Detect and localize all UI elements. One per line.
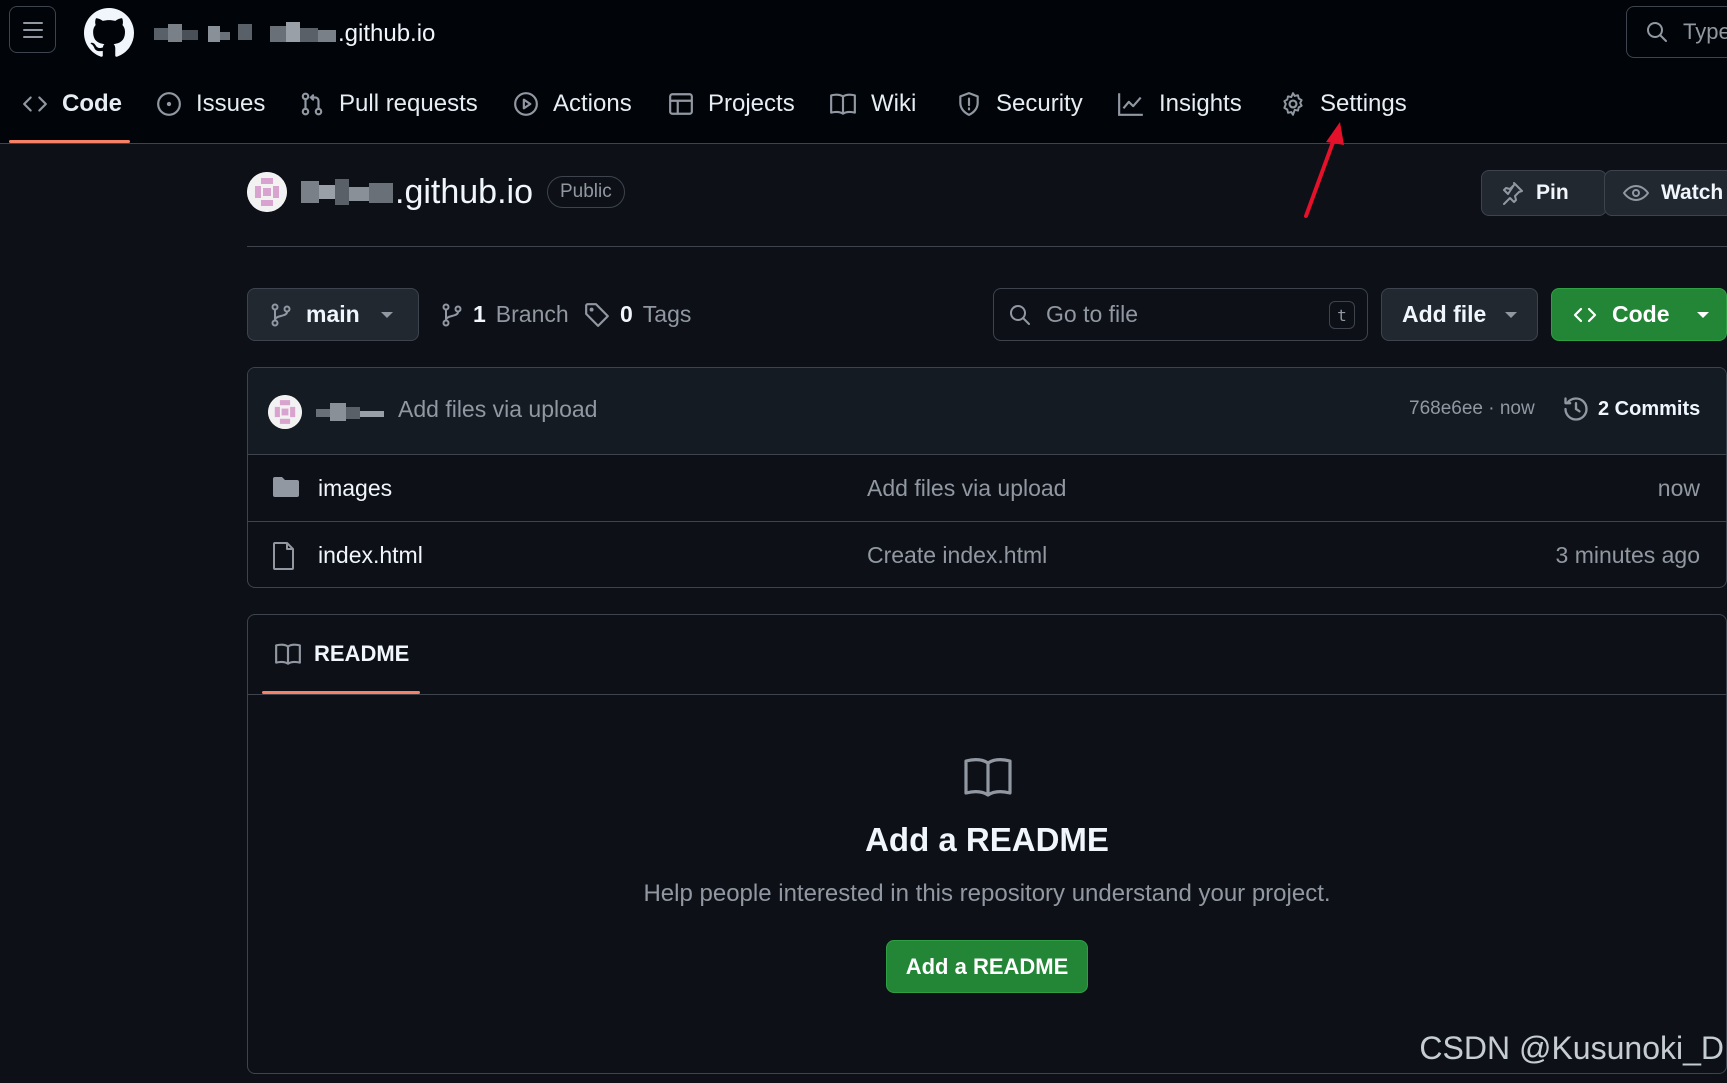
repo-name[interactable]: .github.io xyxy=(301,173,533,212)
annotation-arrow-icon xyxy=(1304,122,1344,218)
watch-button[interactable]: Watch xyxy=(1604,170,1727,216)
commits-link[interactable]: 2 Commits xyxy=(1562,395,1700,423)
code-icon xyxy=(1573,307,1597,322)
history-icon xyxy=(1564,397,1588,421)
caret-down-icon xyxy=(380,311,393,318)
committer-avatar[interactable] xyxy=(268,395,302,429)
file-row[interactable]: images Add files via upload now xyxy=(248,455,1726,522)
code-dropdown-button[interactable]: Code xyxy=(1551,288,1727,341)
repo-name-label: .github.io xyxy=(395,172,533,211)
branch-icon xyxy=(271,303,291,326)
add-file-label: Add file xyxy=(1402,301,1487,327)
readme-tab-label: README xyxy=(314,641,410,666)
file-name[interactable]: index.html xyxy=(318,542,423,569)
file-name[interactable]: images xyxy=(318,475,392,502)
book-icon xyxy=(964,758,1012,797)
watch-label: Watch xyxy=(1661,181,1724,204)
branch-count: 1 xyxy=(473,301,486,327)
latest-commit-sha-time[interactable]: 768e6ee · now xyxy=(1409,398,1535,420)
tag-count: 0 xyxy=(620,301,633,327)
caret-down-icon xyxy=(1505,311,1518,318)
caret-down-icon xyxy=(1696,311,1709,318)
branch-name: main xyxy=(306,301,360,327)
go-to-file-placeholder: Go to file xyxy=(1046,301,1139,327)
committer-name-blurred[interactable] xyxy=(316,401,386,423)
latest-commit-message[interactable]: Add files via upload xyxy=(398,396,597,423)
book-icon xyxy=(275,643,301,665)
tags-link[interactable]: 0 Tags xyxy=(584,288,691,341)
add-readme-button[interactable]: Add a README xyxy=(886,940,1088,993)
add-file-button[interactable]: Add file xyxy=(1381,288,1538,341)
eye-icon xyxy=(1623,184,1649,202)
keyboard-shortcut-hint: t xyxy=(1329,301,1355,329)
readme-tab[interactable]: README xyxy=(274,641,409,667)
file-row[interactable]: index.html Create index.html 3 minutes a… xyxy=(248,522,1726,587)
commits-label: 2 Commits xyxy=(1598,397,1701,420)
tag-icon xyxy=(585,302,609,327)
branch-selector[interactable]: main xyxy=(247,288,419,341)
repo-header: .github.io Public xyxy=(247,172,625,212)
branch-word: Branch xyxy=(495,301,569,327)
file-browser: Add files via upload 768e6ee · now 2 Com… xyxy=(247,367,1727,588)
file-icon xyxy=(273,542,294,570)
latest-commit-bar: Add files via upload 768e6ee · now 2 Com… xyxy=(248,368,1726,455)
go-to-file-input[interactable]: Go to file t xyxy=(993,288,1368,341)
owner-avatar[interactable] xyxy=(247,172,287,212)
branches-link[interactable]: 1 Branch xyxy=(441,288,569,341)
branch-icon xyxy=(442,303,462,326)
readme-empty-subtitle: Help people interested in this repositor… xyxy=(643,880,1331,907)
search-icon xyxy=(1010,304,1030,325)
header-divider xyxy=(247,246,1727,247)
folder-icon xyxy=(273,477,299,497)
pin-button[interactable]: Pin xyxy=(1481,170,1607,216)
pin-icon xyxy=(1503,182,1523,205)
readme-panel: README Add a README Help people interest… xyxy=(247,614,1727,1074)
visibility-badge: Public xyxy=(547,176,625,208)
repo-prefix-blurred xyxy=(301,179,393,205)
readme-empty-title: Add a README xyxy=(865,821,1109,858)
tag-word: Tags xyxy=(642,301,692,327)
file-age: now xyxy=(1657,475,1700,501)
file-commit-message[interactable]: Add files via upload xyxy=(867,475,1066,502)
file-commit-message[interactable]: Create index.html xyxy=(867,542,1047,569)
watermark: CSDN @Kusunoki_D xyxy=(1419,1030,1724,1066)
code-button-label: Code xyxy=(1612,301,1670,327)
pin-label: Pin xyxy=(1536,181,1569,204)
file-age: 3 minutes ago xyxy=(1555,542,1700,568)
readme-divider xyxy=(248,694,1726,695)
